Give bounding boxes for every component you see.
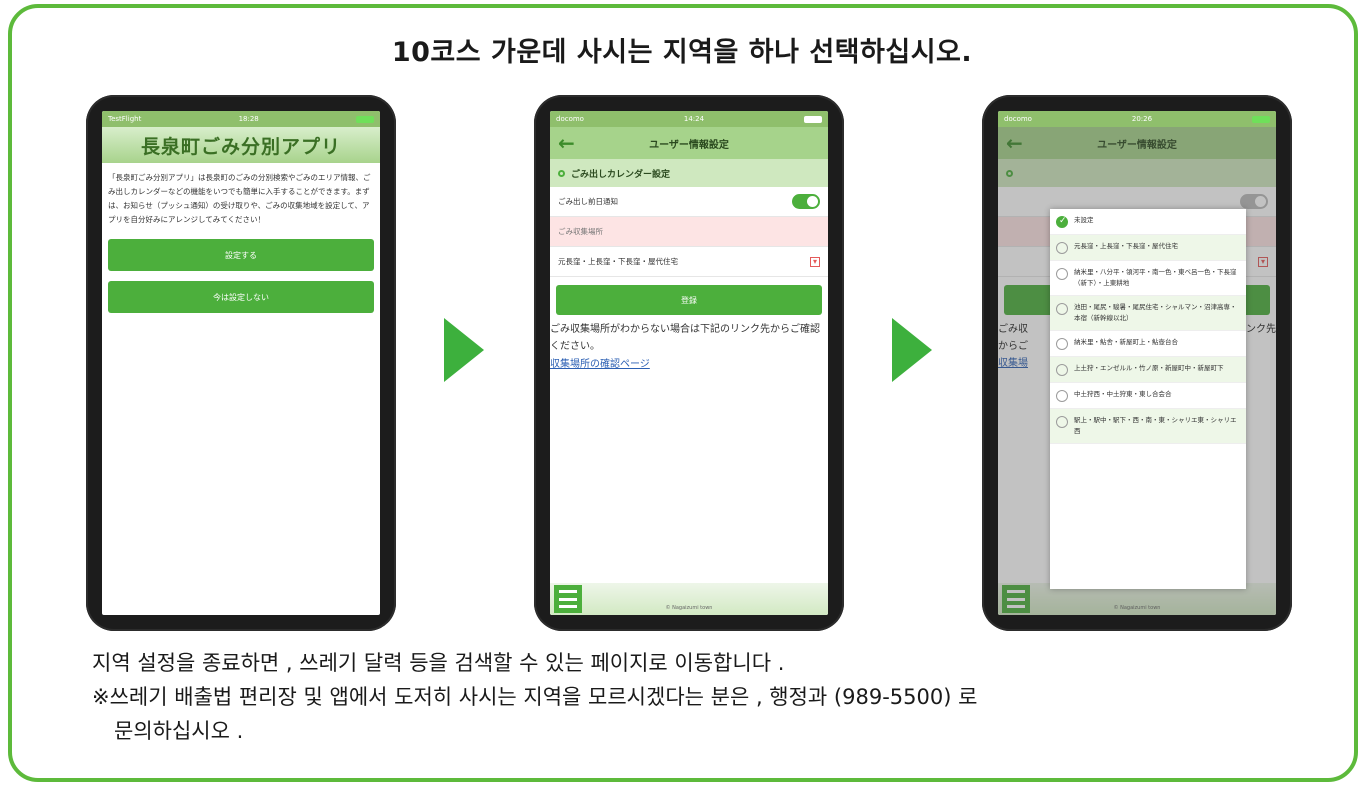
area-options-popup: 未設定 元長窪・上長窪・下長窪・屋代住宅 納米里・八分平・領河平・南一色・東ベ呂…	[1050, 209, 1246, 589]
status-carrier: docomo	[556, 115, 584, 123]
radio-icon	[1056, 338, 1068, 350]
area-check-link[interactable]: 収集場所の確認ページ	[550, 355, 828, 370]
area-option[interactable]: 元長窪・上長窪・下長窪・屋代住宅	[1050, 235, 1246, 261]
area-option[interactable]: 上土狩・エンゼルル・竹ノ原・新屋町中・新屋町下	[1050, 357, 1246, 383]
status-bar: docomo 14:24	[550, 111, 828, 127]
welcome-screen: TestFlight 18:28 長泉町ごみ分別アプリ 「長泉町ごみ分別アプリ」…	[102, 111, 380, 615]
area-picker-screen: docomo 20:26 ← ユーザー情報設定 ▾ ごみ収 からご 収集場 ンク…	[998, 111, 1276, 615]
area-label: ごみ収集場所	[558, 227, 603, 236]
area-option[interactable]: 中土狩西・中土狩東・東し合会合	[1050, 383, 1246, 409]
back-arrow-icon[interactable]: ←	[558, 131, 575, 155]
status-time: 20:26	[1131, 115, 1153, 123]
app-bar: ← ユーザー情報設定	[550, 127, 828, 159]
radio-icon	[1056, 364, 1068, 376]
settings-screen: docomo 14:24 ← ユーザー情報設定 ごみ出しカレンダー設定 ごみ出し…	[550, 111, 828, 615]
instructions: 지역 설정을 종료하면 , 쓰레기 달력 등을 검색할 수 있는 페이지로 이동…	[92, 646, 1312, 748]
footer: © Nagaizumi town	[550, 583, 828, 615]
area-option[interactable]: 駅上・駅中・駅下・西・南・東・シャリエ東・シャリエ西	[1050, 409, 1246, 444]
phone-settings: docomo 14:24 ← ユーザー情報設定 ごみ出しカレンダー設定 ごみ出し…	[534, 95, 844, 631]
battery-icon	[804, 115, 822, 123]
register-button[interactable]: 登録	[556, 285, 822, 315]
area-option[interactable]: 納米里・八分平・領河平・南一色・東ベ呂一色・下長窪（新下）・上東耕地	[1050, 261, 1246, 296]
area-option[interactable]: 池田・尾尻・駿暑・尾尻住宅・シャルマン・沼津高専・本宿（新幹線以北）	[1050, 296, 1246, 331]
setup-button[interactable]: 設定する	[108, 239, 374, 271]
section-title: ごみ出しカレンダー設定	[571, 169, 671, 180]
next-arrow-icon	[444, 318, 484, 382]
radio-checked-icon	[1056, 216, 1068, 228]
battery-icon	[1252, 115, 1270, 123]
radio-icon	[1056, 268, 1068, 280]
screen-title: ユーザー情報設定	[649, 139, 729, 151]
status-carrier: docomo	[1004, 115, 1032, 123]
radio-icon	[1056, 416, 1068, 428]
headline: 10코스 가운데 사시는 지역을 하나 선택하십시오.	[391, 37, 973, 68]
phone-area-picker: docomo 20:26 ← ユーザー情報設定 ▾ ごみ収 からご 収集場 ンク…	[982, 95, 1292, 631]
section-bullet-icon	[558, 169, 565, 177]
notify-toggle[interactable]	[792, 194, 820, 209]
status-time: 14:24	[683, 115, 705, 123]
status-bar: TestFlight 18:28	[102, 111, 380, 127]
area-value: 元長窪・上長窪・下長窪・屋代住宅	[558, 257, 678, 266]
register-label: 登録	[681, 295, 697, 305]
instruction-line-3: 문의하십시오 .	[114, 719, 244, 743]
app-title: 長泉町ごみ分別アプリ	[102, 127, 380, 163]
instruction-line-2: ※쓰레기 배출법 편리장 및 앱에서 도저히 사시는 지역을 모르시겠다는 분은…	[92, 685, 978, 709]
area-select[interactable]: 元長窪・上長窪・下長窪・屋代住宅 ▾	[550, 247, 828, 277]
radio-icon	[1056, 242, 1068, 254]
instruction-line-1: 지역 설정을 종료하면 , 쓰레기 달력 등을 검색할 수 있는 페이지로 이동…	[92, 651, 785, 675]
skip-setup-button[interactable]: 今は設定しない	[108, 281, 374, 313]
copyright: © Nagaizumi town	[665, 605, 713, 611]
phone-welcome: TestFlight 18:28 長泉町ごみ分別アプリ 「長泉町ごみ分別アプリ」…	[86, 95, 396, 631]
area-option[interactable]: 納米里・鮎舎・新屋町上・鮎壺台合	[1050, 331, 1246, 357]
area-option[interactable]: 未設定	[1050, 209, 1246, 235]
radio-icon	[1056, 303, 1068, 315]
status-carrier: TestFlight	[108, 115, 142, 123]
status-bar: docomo 20:26	[998, 111, 1276, 127]
next-arrow-icon	[892, 318, 932, 382]
status-time: 18:28	[238, 115, 259, 123]
notify-row: ごみ出し前日通知	[550, 187, 828, 217]
battery-icon	[355, 115, 374, 123]
calendar-section-header: ごみ出しカレンダー設定	[550, 159, 828, 187]
intro-text: 「長泉町ごみ分別アプリ」は長泉町のごみの分別検索やごみのエリア情報、ごみ出しカレ…	[108, 173, 371, 224]
area-label-row: ごみ収集場所	[550, 217, 828, 247]
notify-label: ごみ出し前日通知	[558, 197, 618, 206]
dropdown-icon: ▾	[810, 256, 820, 267]
radio-icon	[1056, 390, 1068, 402]
help-note: ごみ収集場所がわからない場合は下記のリンク先からご確認ください。	[550, 324, 820, 352]
